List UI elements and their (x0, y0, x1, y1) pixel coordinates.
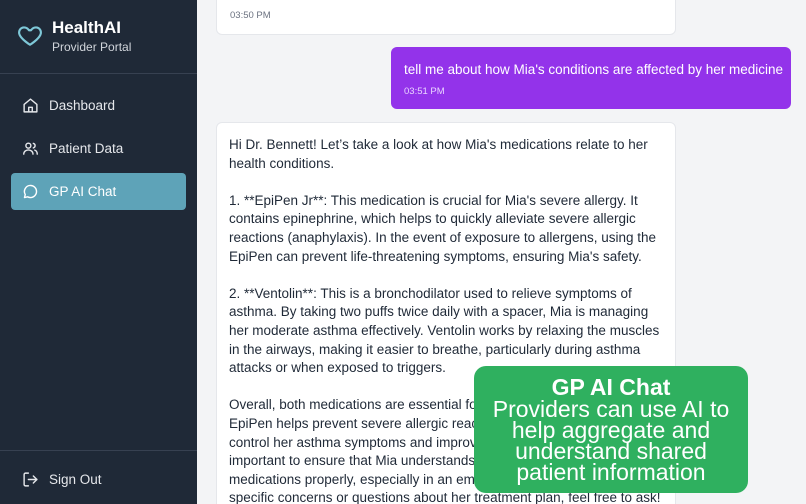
home-icon (23, 98, 38, 113)
user-message-text: tell me about how Mia's conditions are a… (404, 62, 784, 77)
user-message: tell me about how Mia's conditions are a… (391, 47, 791, 109)
feature-callout-body: Providers can use AI to help aggregate a… (492, 396, 730, 485)
users-icon (23, 142, 38, 155)
ai-message-paragraph: Hi Dr. Bennett! Let’s take a look at how… (229, 137, 648, 171)
sidebar-item-label: GP AI Chat (49, 184, 117, 199)
brand-header: HealthAI Provider Portal (0, 0, 197, 74)
sidebar-footer: Sign Out (0, 450, 197, 504)
message-timestamp: 03:51 PM (404, 86, 445, 97)
sidebar-item-label: Dashboard (49, 98, 116, 113)
ai-message-paragraph: 2. **Ventolin**: This is a bronchodilato… (229, 285, 660, 376)
sidebar-nav: Dashboard Patient Data GP AI Chat (0, 74, 197, 210)
brand-text: HealthAI Provider Portal (52, 18, 131, 54)
ai-message-previous: 03:50 PM (216, 0, 676, 35)
sidebar-item-patient-data[interactable]: Patient Data (11, 130, 186, 167)
sign-out-button[interactable]: Sign Out (0, 451, 197, 488)
chat-bubble-icon (23, 184, 38, 199)
logout-icon (23, 472, 38, 487)
sidebar: HealthAI Provider Portal Dashboard Patie… (0, 0, 197, 504)
sidebar-item-gp-ai-chat[interactable]: GP AI Chat (11, 173, 186, 210)
brand-subtitle: Provider Portal (52, 40, 132, 54)
heart-icon (18, 26, 42, 46)
message-timestamp: 03:50 PM (230, 10, 271, 21)
sidebar-item-label: Patient Data (49, 141, 124, 156)
sign-out-label: Sign Out (49, 472, 102, 487)
brand-title: HealthAI (52, 18, 121, 37)
feature-callout: GP AI Chat Providers can use AI to help … (474, 366, 748, 493)
ai-message-paragraph: 1. **EpiPen Jr**: This medication is cru… (229, 192, 657, 264)
sidebar-item-dashboard[interactable]: Dashboard (11, 87, 186, 124)
